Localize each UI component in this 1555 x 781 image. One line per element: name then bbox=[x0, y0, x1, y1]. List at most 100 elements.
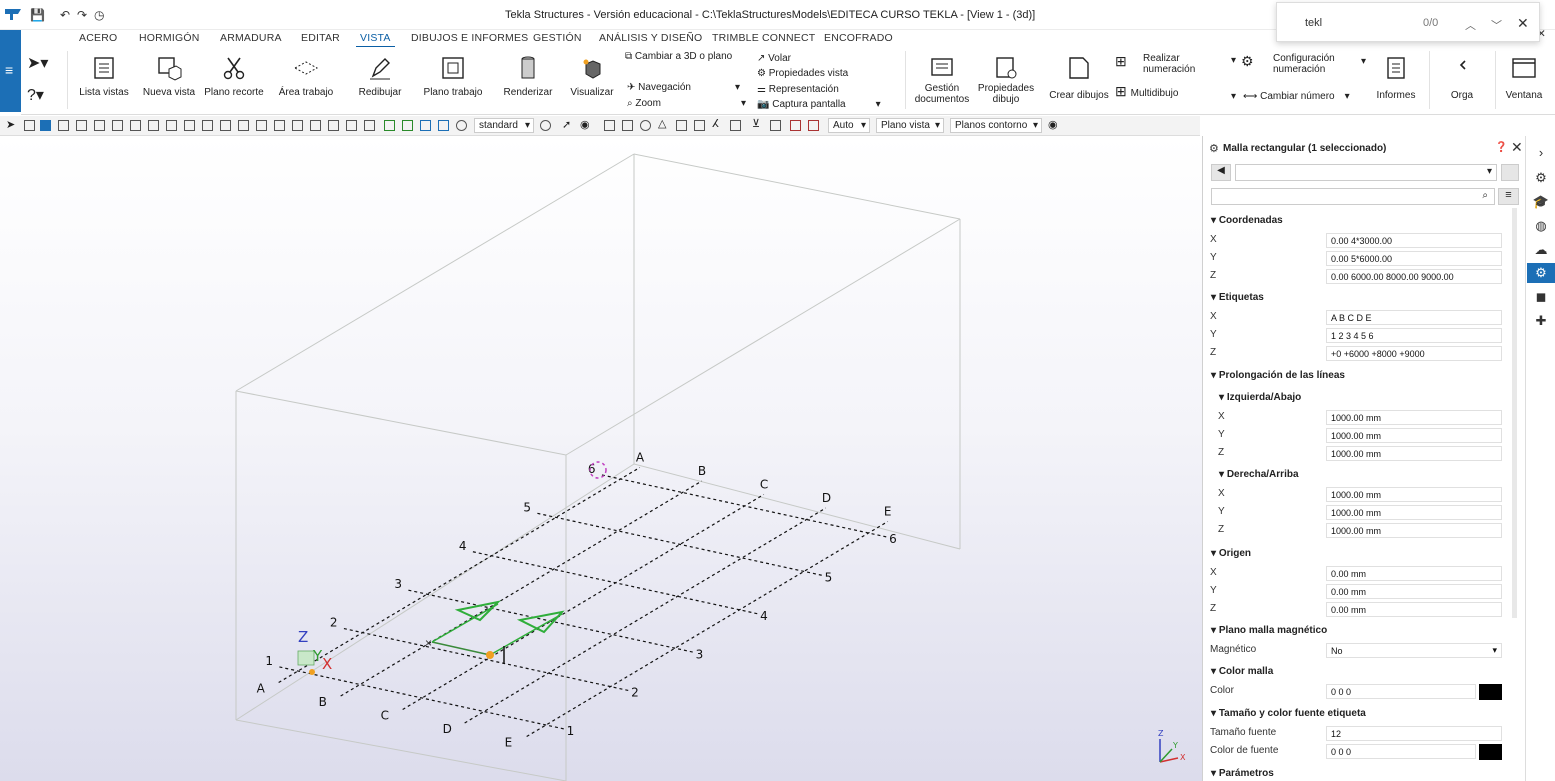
plano-vista-dropdown[interactable]: Plano vista ▾ bbox=[876, 118, 944, 133]
graduation-cap-icon[interactable]: 🎓 bbox=[1531, 192, 1551, 212]
snap-center-icon[interactable] bbox=[622, 120, 633, 131]
pointer-snap-icon[interactable]: ➚ bbox=[562, 118, 573, 131]
section-plano-magnetico[interactable]: ▾ Plano malla magnético bbox=[1211, 625, 1327, 636]
multidibujo-button[interactable]: ⊞ Multidibujo bbox=[1115, 83, 1178, 100]
select-all-icon[interactable] bbox=[40, 120, 51, 131]
visualizar-button[interactable]: Visualizar bbox=[563, 55, 621, 98]
coord-z-field[interactable]: 0.00 6000.00 8000.00 9000.00 bbox=[1326, 269, 1502, 284]
der-x-field[interactable]: 1000.00 mm bbox=[1326, 487, 1502, 502]
coord-y-field[interactable]: 0.00 5*6000.00 bbox=[1326, 251, 1502, 266]
ventana-button[interactable]: Ventana bbox=[1499, 55, 1549, 101]
grid-line-2[interactable] bbox=[343, 627, 630, 692]
navegacion-button[interactable]: ✈ Navegación ▾ bbox=[627, 82, 740, 93]
select-objects-icon[interactable] bbox=[292, 120, 303, 131]
section-origen[interactable]: ▾ Origen bbox=[1211, 548, 1251, 559]
zoom-button[interactable]: ⌕ Zoom ▾ bbox=[627, 98, 746, 109]
snap-perpendicular-icon[interactable] bbox=[694, 120, 705, 131]
section-parametros[interactable]: ▾ Parámetros bbox=[1211, 768, 1274, 779]
snap-free-icon[interactable] bbox=[770, 120, 781, 131]
properties-selector[interactable]: ▾ bbox=[1235, 164, 1497, 181]
select-lines-icon[interactable] bbox=[94, 120, 105, 131]
select-grids-icon[interactable] bbox=[130, 120, 141, 131]
der-y-field[interactable]: 1000.00 mm bbox=[1326, 505, 1502, 520]
tab-trimble-connect[interactable]: TRIMBLE CONNECT bbox=[712, 32, 815, 44]
section-tamano-fuente[interactable]: ▾ Tamaño y color fuente etiqueta bbox=[1211, 708, 1366, 719]
select-components-icon[interactable] bbox=[256, 120, 267, 131]
tab-editar[interactable]: EDITAR bbox=[301, 32, 340, 44]
select-planes-icon[interactable] bbox=[346, 120, 357, 131]
tab-acero[interactable]: ACERO bbox=[79, 32, 117, 44]
der-z-field[interactable]: 1000.00 mm bbox=[1326, 523, 1502, 538]
snap-circle-icon[interactable] bbox=[640, 120, 651, 131]
menu-icon[interactable]: ≡ bbox=[5, 62, 13, 78]
snap-search-icon[interactable] bbox=[456, 120, 467, 131]
tab-vista[interactable]: VISTA bbox=[356, 32, 395, 48]
section-coordenadas[interactable]: ▾ Coordenadas bbox=[1211, 215, 1283, 226]
section-prolongacion[interactable]: ▾ Prolongación de las líneas bbox=[1211, 370, 1345, 381]
side-menu-bar[interactable]: ≡ bbox=[0, 30, 21, 112]
select-distance-icon[interactable] bbox=[364, 120, 375, 131]
magnetico-select[interactable]: No ▾ bbox=[1326, 643, 1502, 658]
grid-line-a[interactable] bbox=[278, 466, 641, 684]
tab-gestion[interactable]: GESTIÓN bbox=[533, 32, 582, 44]
select-depth-dropdown[interactable]: standard ▾ bbox=[474, 118, 534, 133]
grid-lines[interactable] bbox=[278, 466, 889, 738]
property-search-input[interactable]: ⌕ bbox=[1211, 188, 1495, 205]
section-izquierda-abajo[interactable]: ▾ Izquierda/Abajo bbox=[1219, 392, 1301, 403]
auto-dropdown[interactable]: Auto ▾ bbox=[828, 118, 870, 133]
applications-icon[interactable]: ⚙ bbox=[1531, 168, 1551, 188]
snap-any-icon[interactable] bbox=[730, 120, 741, 131]
tab-armadura[interactable]: ARMADURA bbox=[220, 32, 282, 44]
select-parts-icon[interactable] bbox=[112, 120, 123, 131]
propiedades-vista-button[interactable]: ⚙ Propiedades vista bbox=[757, 68, 848, 79]
origen-x-field[interactable]: 0.00 mm bbox=[1326, 566, 1502, 581]
snap-nearest-icon[interactable]: ⊻ bbox=[752, 117, 763, 130]
snap-grid-icon[interactable] bbox=[420, 120, 431, 131]
back-button[interactable]: ◀ bbox=[1211, 164, 1231, 181]
captura-pantalla-button[interactable]: 📷 Captura pantalla ▾ bbox=[757, 99, 881, 110]
font-color-field[interactable]: 0 0 0 bbox=[1326, 744, 1476, 759]
propiedades-dibujo-button[interactable]: Propiedades dibujo bbox=[977, 55, 1035, 105]
cambiar-3d-button[interactable]: ⧉ Cambiar a 3D o plano bbox=[625, 51, 732, 62]
coord-x-field[interactable]: 0.00 4*3000.00 bbox=[1326, 233, 1502, 248]
grid-line-c[interactable] bbox=[402, 493, 765, 711]
eye-icon[interactable]: ◉ bbox=[580, 118, 591, 131]
section-derecha-arriba[interactable]: ▾ Derecha/Arriba bbox=[1219, 469, 1299, 480]
label-y-field[interactable]: 1 2 3 4 5 6 bbox=[1326, 328, 1502, 343]
orga-button[interactable]: Orga bbox=[1439, 55, 1485, 101]
plano-recorte-button[interactable]: Plano recorte bbox=[203, 55, 265, 98]
area-trabajo-button[interactable]: Área trabajo bbox=[275, 55, 337, 98]
nueva-vista-button[interactable]: Nueva vista bbox=[141, 55, 197, 98]
representacion-button[interactable]: ⚌ Representación bbox=[757, 84, 839, 95]
redibujar-button[interactable]: Redibujar bbox=[351, 55, 409, 98]
globe-icon[interactable]: ◍ bbox=[1531, 216, 1551, 236]
cube-icon[interactable]: ◼ bbox=[1531, 287, 1551, 307]
tab-dibujos-informes[interactable]: DIBUJOS E INFORMES bbox=[411, 32, 528, 44]
origen-y-field[interactable]: 0.00 mm bbox=[1326, 584, 1502, 599]
close-search-icon[interactable]: ✕ bbox=[1517, 15, 1529, 32]
3d-view[interactable]: AABBCCDDEE112233445566 × Z Y X Z X Y bbox=[0, 136, 1202, 781]
color-field[interactable]: 0 0 0 bbox=[1326, 684, 1476, 699]
font-color-swatch[interactable] bbox=[1479, 744, 1502, 760]
snap-reference-icon[interactable] bbox=[384, 120, 395, 131]
select-assemblies-icon[interactable] bbox=[274, 120, 285, 131]
volar-button[interactable]: ↗ Volar bbox=[757, 53, 791, 64]
object-filter-icon[interactable] bbox=[540, 120, 551, 131]
property-gear-icon[interactable]: ⚙ bbox=[1527, 263, 1555, 283]
next-result-icon[interactable]: ﹀ bbox=[1491, 17, 1502, 33]
izq-z-field[interactable]: 1000.00 mm bbox=[1326, 446, 1502, 461]
save-icon[interactable]: 💾 bbox=[30, 8, 45, 22]
components-icon[interactable]: ✚ bbox=[1531, 311, 1551, 331]
informes-button[interactable]: Informes bbox=[1373, 55, 1419, 101]
origen-z-field[interactable]: 0.00 mm bbox=[1326, 602, 1502, 617]
select-pointer-icon[interactable]: ➤ bbox=[6, 118, 17, 131]
renderizar-button[interactable]: Renderizar bbox=[499, 55, 557, 98]
save-properties-button[interactable] bbox=[1501, 164, 1519, 181]
select-points-icon[interactable] bbox=[76, 120, 87, 131]
snap-plane-icon[interactable] bbox=[438, 120, 449, 131]
undo-icon[interactable]: ↶ bbox=[60, 8, 70, 22]
snap-end-icon[interactable] bbox=[604, 120, 615, 131]
snap-icon[interactable] bbox=[24, 120, 35, 131]
plano-trabajo-button[interactable]: Plano trabajo bbox=[420, 55, 486, 98]
select-rebars-icon[interactable] bbox=[220, 120, 231, 131]
